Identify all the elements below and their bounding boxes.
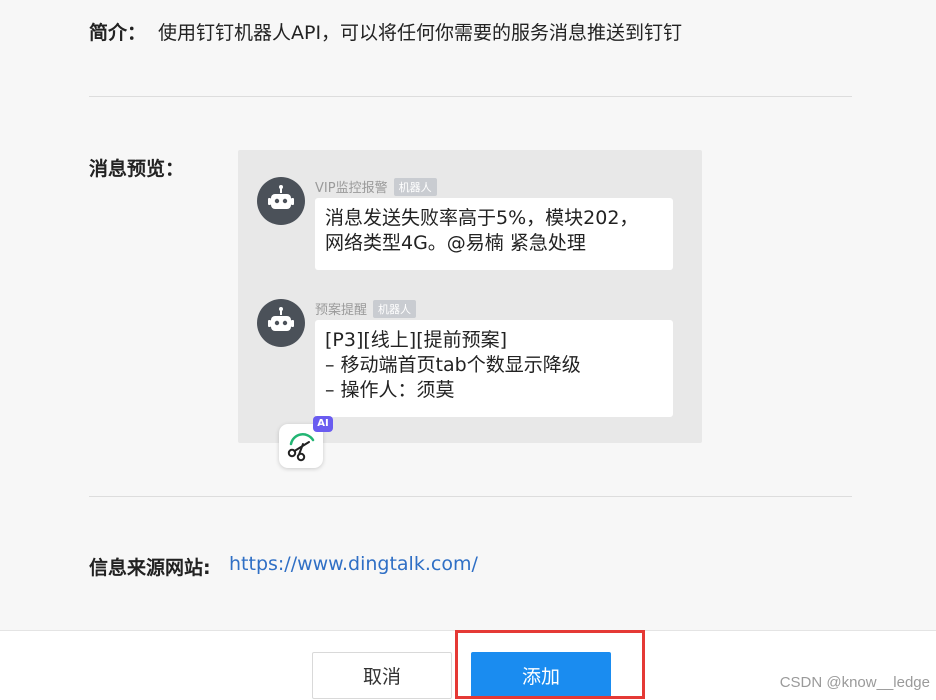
ai-badge: AI <box>313 416 333 432</box>
message-sender: 预案提醒 机器人 <box>315 299 417 318</box>
robot-tag: 机器人 <box>373 299 417 318</box>
sender-name: VIP监控报警 <box>315 181 388 196</box>
divider-top <box>89 96 852 97</box>
message-line: – 移动端首页tab个数显示降级 <box>325 354 581 376</box>
message-preview-panel: VIP监控报警 机器人 消息发送失败率高于5%，模块202， 网络类型4G。@易… <box>238 150 702 443</box>
cancel-button[interactable]: 取消 <box>312 652 452 699</box>
divider-bottom <box>89 496 852 497</box>
message-line: 消息发送失败率高于5%，模块202， <box>325 207 639 229</box>
sender-name: 预案提醒 <box>315 303 368 318</box>
robot-tag: 机器人 <box>393 177 437 196</box>
preview-label: 消息预览： <box>89 158 185 180</box>
message-sender: VIP监控报警 机器人 <box>315 177 437 196</box>
intro-text: 使用钉钉机器人API，可以将任何你需要的服务消息推送到钉钉 <box>158 22 683 44</box>
message-line: 网络类型4G。@易楠 紧急处理 <box>325 232 586 254</box>
intro-label: 简介： <box>89 22 147 44</box>
annotation-highlight-box <box>455 630 645 699</box>
message-bubble: 消息发送失败率高于5%，模块202， 网络类型4G。@易楠 紧急处理 <box>315 198 673 270</box>
message-line: [P3][线上][提前预案] <box>325 329 508 351</box>
source-label: 信息来源网站: <box>89 557 211 579</box>
message-line: – 操作人：须莫 <box>325 379 455 401</box>
message-bubble: [P3][线上][提前预案] – 移动端首页tab个数显示降级 – 操作人：须莫 <box>315 320 673 417</box>
source-link[interactable]: https://www.dingtalk.com/ <box>229 553 478 575</box>
watermark: CSDN @know__ledge <box>779 674 930 691</box>
robot-avatar-icon <box>257 177 305 225</box>
robot-avatar-icon <box>257 299 305 347</box>
